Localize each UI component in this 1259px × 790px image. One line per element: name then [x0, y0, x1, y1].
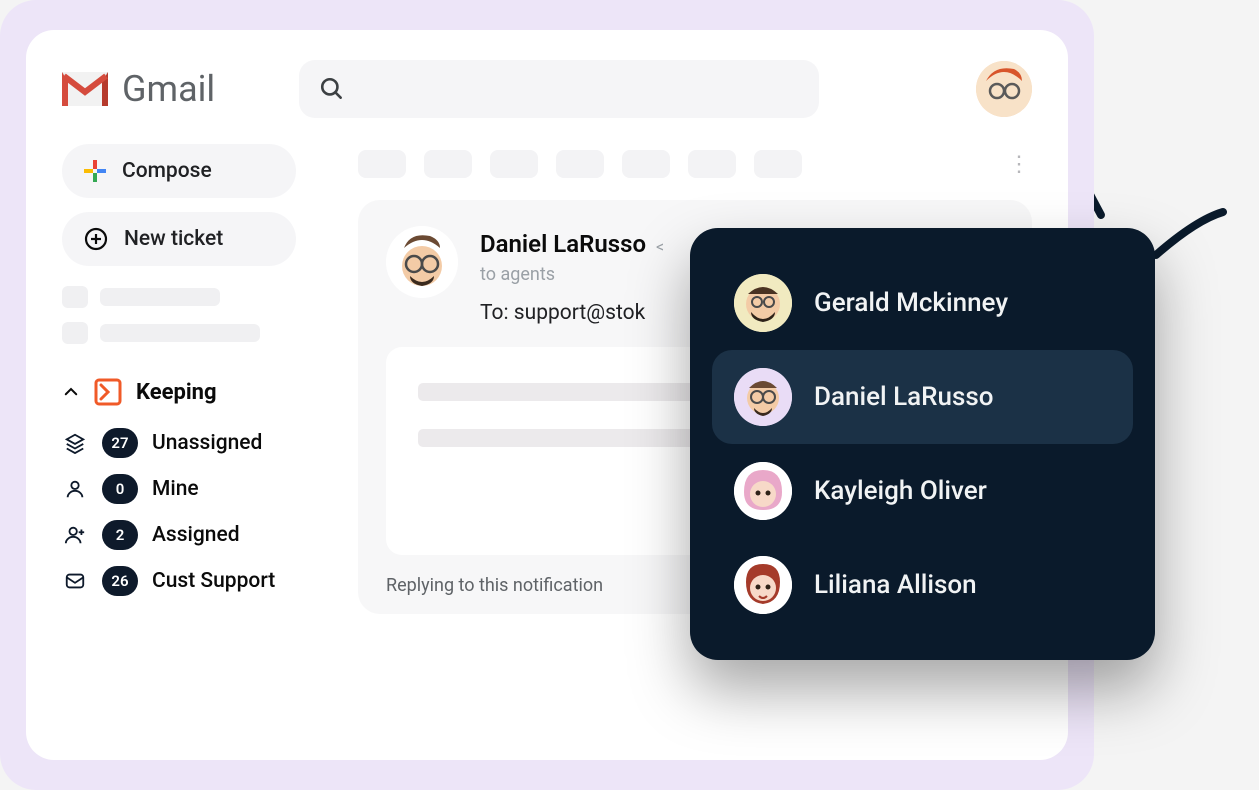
- assignee-name: Liliana Allison: [814, 570, 977, 600]
- top-bar: Gmail: [62, 60, 1032, 118]
- avatar-icon: [734, 462, 792, 520]
- assignee-avatar: [734, 556, 792, 614]
- assignee-option[interactable]: Daniel LaRusso: [712, 350, 1133, 444]
- sender-name: Daniel LaRusso: [480, 230, 646, 258]
- sidebar-item-unassigned[interactable]: 27 Unassigned: [62, 428, 322, 458]
- sidebar-item-label: Mine: [152, 477, 199, 501]
- keeping-section-toggle[interactable]: Keeping: [62, 378, 322, 406]
- sidebar-item-cust-support[interactable]: 26 Cust Support: [62, 566, 322, 596]
- compose-button[interactable]: Compose: [62, 144, 296, 198]
- sidebar-item-mine[interactable]: 0 Mine: [62, 474, 322, 504]
- search-icon: [319, 76, 345, 102]
- toolbar-action-placeholder[interactable]: [622, 150, 670, 178]
- gmail-envelope-icon: [62, 72, 108, 106]
- toolbar-action-placeholder[interactable]: [688, 150, 736, 178]
- plus-circle-icon: [84, 227, 108, 251]
- stack-icon: [64, 432, 86, 454]
- recipients-label: to agents: [480, 264, 664, 285]
- sidebar-item-label: Cust Support: [152, 569, 275, 593]
- sender-avatar: [386, 226, 458, 298]
- badge-count: 27: [102, 428, 138, 458]
- envelope-icon: [64, 570, 86, 592]
- chevron-up-icon: [62, 383, 80, 401]
- compose-label: Compose: [122, 159, 212, 183]
- gmail-logo-text: Gmail: [122, 68, 215, 110]
- assignee-name: Gerald Mckinney: [814, 288, 1008, 318]
- sidebar-placeholder-group: [62, 286, 322, 344]
- mail-actions-toolbar: ⋮: [358, 144, 1032, 184]
- toolbar-action-placeholder[interactable]: [556, 150, 604, 178]
- person-icon: [64, 478, 86, 500]
- assignee-avatar: [734, 368, 792, 426]
- message-body-placeholder-line: [418, 383, 728, 401]
- avatar-icon: [386, 226, 458, 298]
- assignee-option[interactable]: Gerald Mckinney: [712, 256, 1133, 350]
- toolbar-action-placeholder[interactable]: [490, 150, 538, 178]
- sidebar-item-label: Assigned: [152, 523, 240, 547]
- keeping-section-title: Keeping: [136, 380, 217, 405]
- keeping-logo-icon: [94, 378, 122, 406]
- badge-count: 26: [102, 566, 138, 596]
- account-avatar[interactable]: [976, 61, 1032, 117]
- sidebar-item-assigned[interactable]: 2 Assigned: [62, 520, 322, 550]
- search-input[interactable]: [299, 60, 819, 118]
- sidebar-item-label: Unassigned: [152, 431, 262, 455]
- assignee-name: Kayleigh Oliver: [814, 476, 987, 506]
- new-ticket-label: New ticket: [124, 227, 223, 251]
- person-plus-icon: [64, 524, 86, 546]
- plus-multicolor-icon: [84, 160, 106, 182]
- sender-angle-bracket: <: [656, 237, 664, 256]
- assignee-option[interactable]: Liliana Allison: [712, 538, 1133, 632]
- more-actions-icon[interactable]: ⋮: [1008, 152, 1032, 177]
- assignee-picker-popup: Gerald Mckinney Daniel LaRusso: [690, 228, 1155, 660]
- toolbar-action-placeholder[interactable]: [754, 150, 802, 178]
- gmail-logo[interactable]: Gmail: [62, 68, 215, 110]
- avatar-icon: [734, 274, 792, 332]
- badge-count: 0: [102, 474, 138, 504]
- assignee-name: Daniel LaRusso: [814, 382, 994, 412]
- toolbar-action-placeholder[interactable]: [424, 150, 472, 178]
- avatar-icon: [976, 61, 1032, 117]
- sidebar: Compose New ticket: [62, 144, 322, 738]
- avatar-icon: [734, 556, 792, 614]
- new-ticket-button[interactable]: New ticket: [62, 212, 296, 266]
- avatar-icon: [734, 368, 792, 426]
- assignee-avatar: [734, 274, 792, 332]
- badge-count: 2: [102, 520, 138, 550]
- assignee-avatar: [734, 462, 792, 520]
- to-line: To: support@stok: [480, 301, 664, 325]
- assignee-option[interactable]: Kayleigh Oliver: [712, 444, 1133, 538]
- toolbar-action-placeholder[interactable]: [358, 150, 406, 178]
